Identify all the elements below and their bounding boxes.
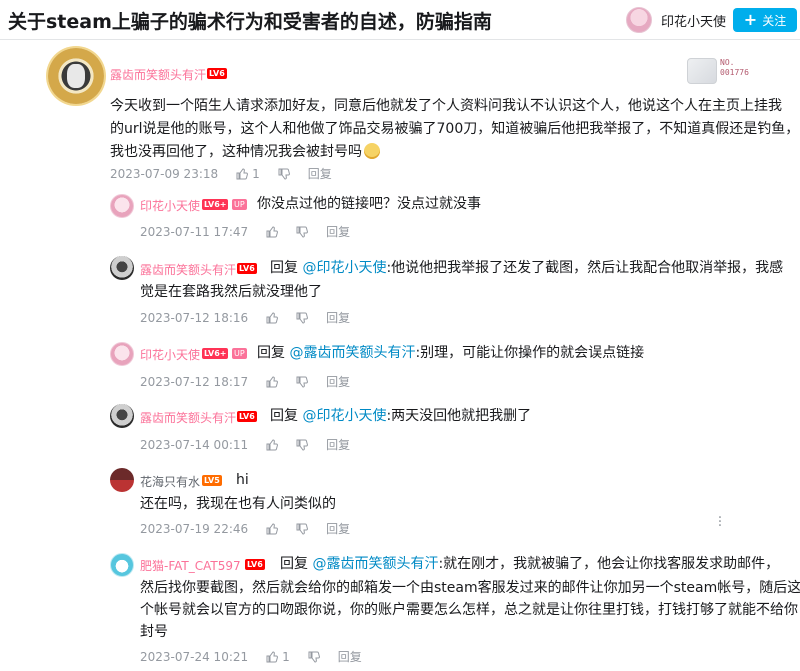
reply-username[interactable]: 肥猫-FAT_CAT597: [140, 557, 241, 574]
reply-prefix: 回复: [270, 260, 303, 276]
comment-text: 我也没再回他了，这种情况我会被封号吗: [110, 144, 362, 160]
up-tag: UP: [232, 348, 247, 359]
reply-text-line: 还在吗，我现在也有人问类似的: [140, 496, 336, 512]
fan-badge-image: [687, 58, 717, 84]
reply-meta: 2023-07-11 17:47 回复: [140, 223, 350, 240]
level-badge: LV6: [245, 559, 265, 570]
reply-username[interactable]: 印花小天使: [140, 346, 200, 363]
dislike-icon[interactable]: [278, 168, 290, 180]
reply-username[interactable]: 露齿而笑额头有汗: [140, 409, 236, 426]
mention-link[interactable]: @露齿而笑额头有汗: [289, 345, 415, 361]
reply-body: :两天没回他就把我删了: [386, 408, 532, 424]
reply-meta: 2023-07-19 22:46 回复: [140, 520, 350, 537]
reply-prefix: 回复: [257, 345, 290, 361]
reply-text: 回复 @露齿而笑额头有汗:就在刚才，我就被骗了，他会让你找客服发求助邮件，: [280, 553, 779, 575]
dislike-icon[interactable]: [308, 651, 320, 663]
reply-text-line: 觉是在套路我然后就没理他了: [140, 284, 322, 300]
comment-time: 2023-07-09 23:18: [110, 166, 219, 181]
reply-text-line: 封号: [140, 624, 168, 640]
reply-time: 2023-07-12 18:17: [140, 374, 249, 389]
level-badge: LV6: [237, 411, 257, 422]
plus-icon: +: [743, 10, 758, 29]
dislike-icon[interactable]: [296, 376, 309, 388]
avatar[interactable]: [110, 468, 134, 492]
reply-body: :别理，可能让你操作的就会误点链接: [415, 345, 645, 361]
mention-link[interactable]: @印花小天使: [302, 260, 386, 276]
like-icon[interactable]: [236, 167, 249, 180]
reply-text: 你没点过他的链接吧？没点过就没事: [257, 196, 481, 212]
sweat-smile-emoji-icon: [364, 143, 380, 159]
reply-meta: 2023-07-12 18:17 回复: [140, 373, 350, 390]
reply-time: 2023-07-11 17:47: [140, 224, 249, 239]
reply-button[interactable]: 回复: [338, 648, 362, 665]
follow-label: 关注: [762, 13, 787, 28]
reply-text-line: 然后找你要截图，然后就会给你的邮箱发一个由steam客服发过来的邮件让你加另一个…: [140, 580, 800, 596]
dislike-icon[interactable]: [296, 523, 309, 535]
level-badge: LV6+: [202, 348, 229, 359]
reply-button[interactable]: 回复: [326, 436, 350, 453]
comment-text-line: 今天收到一个陌生人请求添加好友，同意后他就发了个人资料问我认不认识这个人，他说这…: [110, 98, 782, 114]
level-badge: LV6: [207, 68, 227, 79]
reply-button[interactable]: 回复: [308, 165, 332, 182]
up-avatar[interactable]: [626, 7, 652, 33]
reply-text: 回复 @印花小天使:两天没回他就把我删了: [270, 405, 531, 427]
like-icon[interactable]: [266, 650, 279, 663]
dislike-icon[interactable]: [296, 226, 309, 238]
reply-username[interactable]: 印花小天使: [140, 197, 200, 214]
avatar[interactable]: [110, 256, 134, 280]
mention-link[interactable]: @露齿而笑额头有汗: [312, 556, 438, 572]
level-badge: LV6: [237, 263, 257, 274]
dislike-icon[interactable]: [296, 312, 309, 324]
like-count: 1: [282, 649, 290, 664]
follow-button[interactable]: + 关注: [733, 8, 797, 32]
reply-username[interactable]: 露齿而笑额头有汗: [140, 261, 236, 278]
up-name[interactable]: 印花小天使: [661, 11, 726, 30]
comment-username[interactable]: 露齿而笑额头有汗: [110, 66, 206, 83]
reply-button[interactable]: 回复: [326, 520, 350, 537]
avatar[interactable]: [110, 194, 134, 218]
like-icon[interactable]: [266, 438, 279, 451]
page-header: 关于steam上骗子的骗术行为和受害者的自述，防骗指南 印花小天使 + 关注: [0, 0, 800, 40]
like-icon[interactable]: [266, 225, 279, 238]
reply-meta: 2023-07-14 00:11 回复: [140, 436, 350, 453]
page-title: 关于steam上骗子的骗术行为和受害者的自述，防骗指南: [8, 11, 492, 33]
reply-text-line: 个帐号就会以官方的口吻跟你说，你的账户需要怎么怎样，总之就是让你往里打钱，打钱打…: [140, 602, 798, 618]
like-icon[interactable]: [266, 311, 279, 324]
avatar[interactable]: [110, 342, 134, 366]
avatar[interactable]: [110, 404, 134, 428]
level-badge: LV5: [202, 475, 222, 486]
reply-time: 2023-07-12 18:16: [140, 310, 249, 325]
avatar[interactable]: [48, 48, 104, 104]
like-count: 1: [252, 166, 260, 181]
dislike-icon[interactable]: [296, 439, 309, 451]
like-icon[interactable]: [266, 375, 279, 388]
reply-button[interactable]: 回复: [326, 309, 350, 326]
reply-time: 2023-07-14 00:11: [140, 437, 249, 452]
comment-text-line: 的url说是他的账号，这个人和他做了饰品交易被骗了700刀，知道被骗后他把我举报…: [110, 121, 800, 137]
fan-badge-number: NO. 001776: [720, 58, 749, 77]
reply-body: :就在刚才，我就被骗了，他会让你找客服发求助邮件，: [438, 556, 780, 572]
reply-time: 2023-07-24 10:21: [140, 649, 249, 664]
more-options-icon[interactable]: · · ·: [717, 511, 723, 533]
like-icon[interactable]: [266, 522, 279, 535]
avatar[interactable]: [110, 553, 134, 577]
reply-body: :他说他把我举报了还发了截图，然后让我配合他取消举报，我感: [386, 260, 784, 276]
reply-username[interactable]: 花海只有水: [140, 473, 200, 490]
reply-text: 回复 @印花小天使:他说他把我举报了还发了截图，然后让我配合他取消举报，我感: [270, 257, 783, 279]
reply-text: 回复 @露齿而笑额头有汗:别理，可能让你操作的就会误点链接: [257, 342, 644, 364]
level-badge: LV6+: [202, 199, 229, 210]
mention-link[interactable]: @印花小天使: [302, 408, 386, 424]
reply-button[interactable]: 回复: [326, 373, 350, 390]
reply-text: hi: [236, 472, 249, 488]
reply-meta: 2023-07-24 10:21 1 回复: [140, 648, 362, 665]
reply-button[interactable]: 回复: [326, 223, 350, 240]
comment-text-line: 我也没再回他了，这种情况我会被封号吗: [110, 141, 380, 163]
reply-prefix: 回复: [280, 556, 313, 572]
reply-meta: 2023-07-12 18:16 回复: [140, 309, 350, 326]
reply-prefix: 回复: [270, 408, 303, 424]
reply-time: 2023-07-19 22:46: [140, 521, 249, 536]
comment-meta: 2023-07-09 23:18 1 回复: [110, 165, 332, 182]
up-tag: UP: [232, 199, 247, 210]
